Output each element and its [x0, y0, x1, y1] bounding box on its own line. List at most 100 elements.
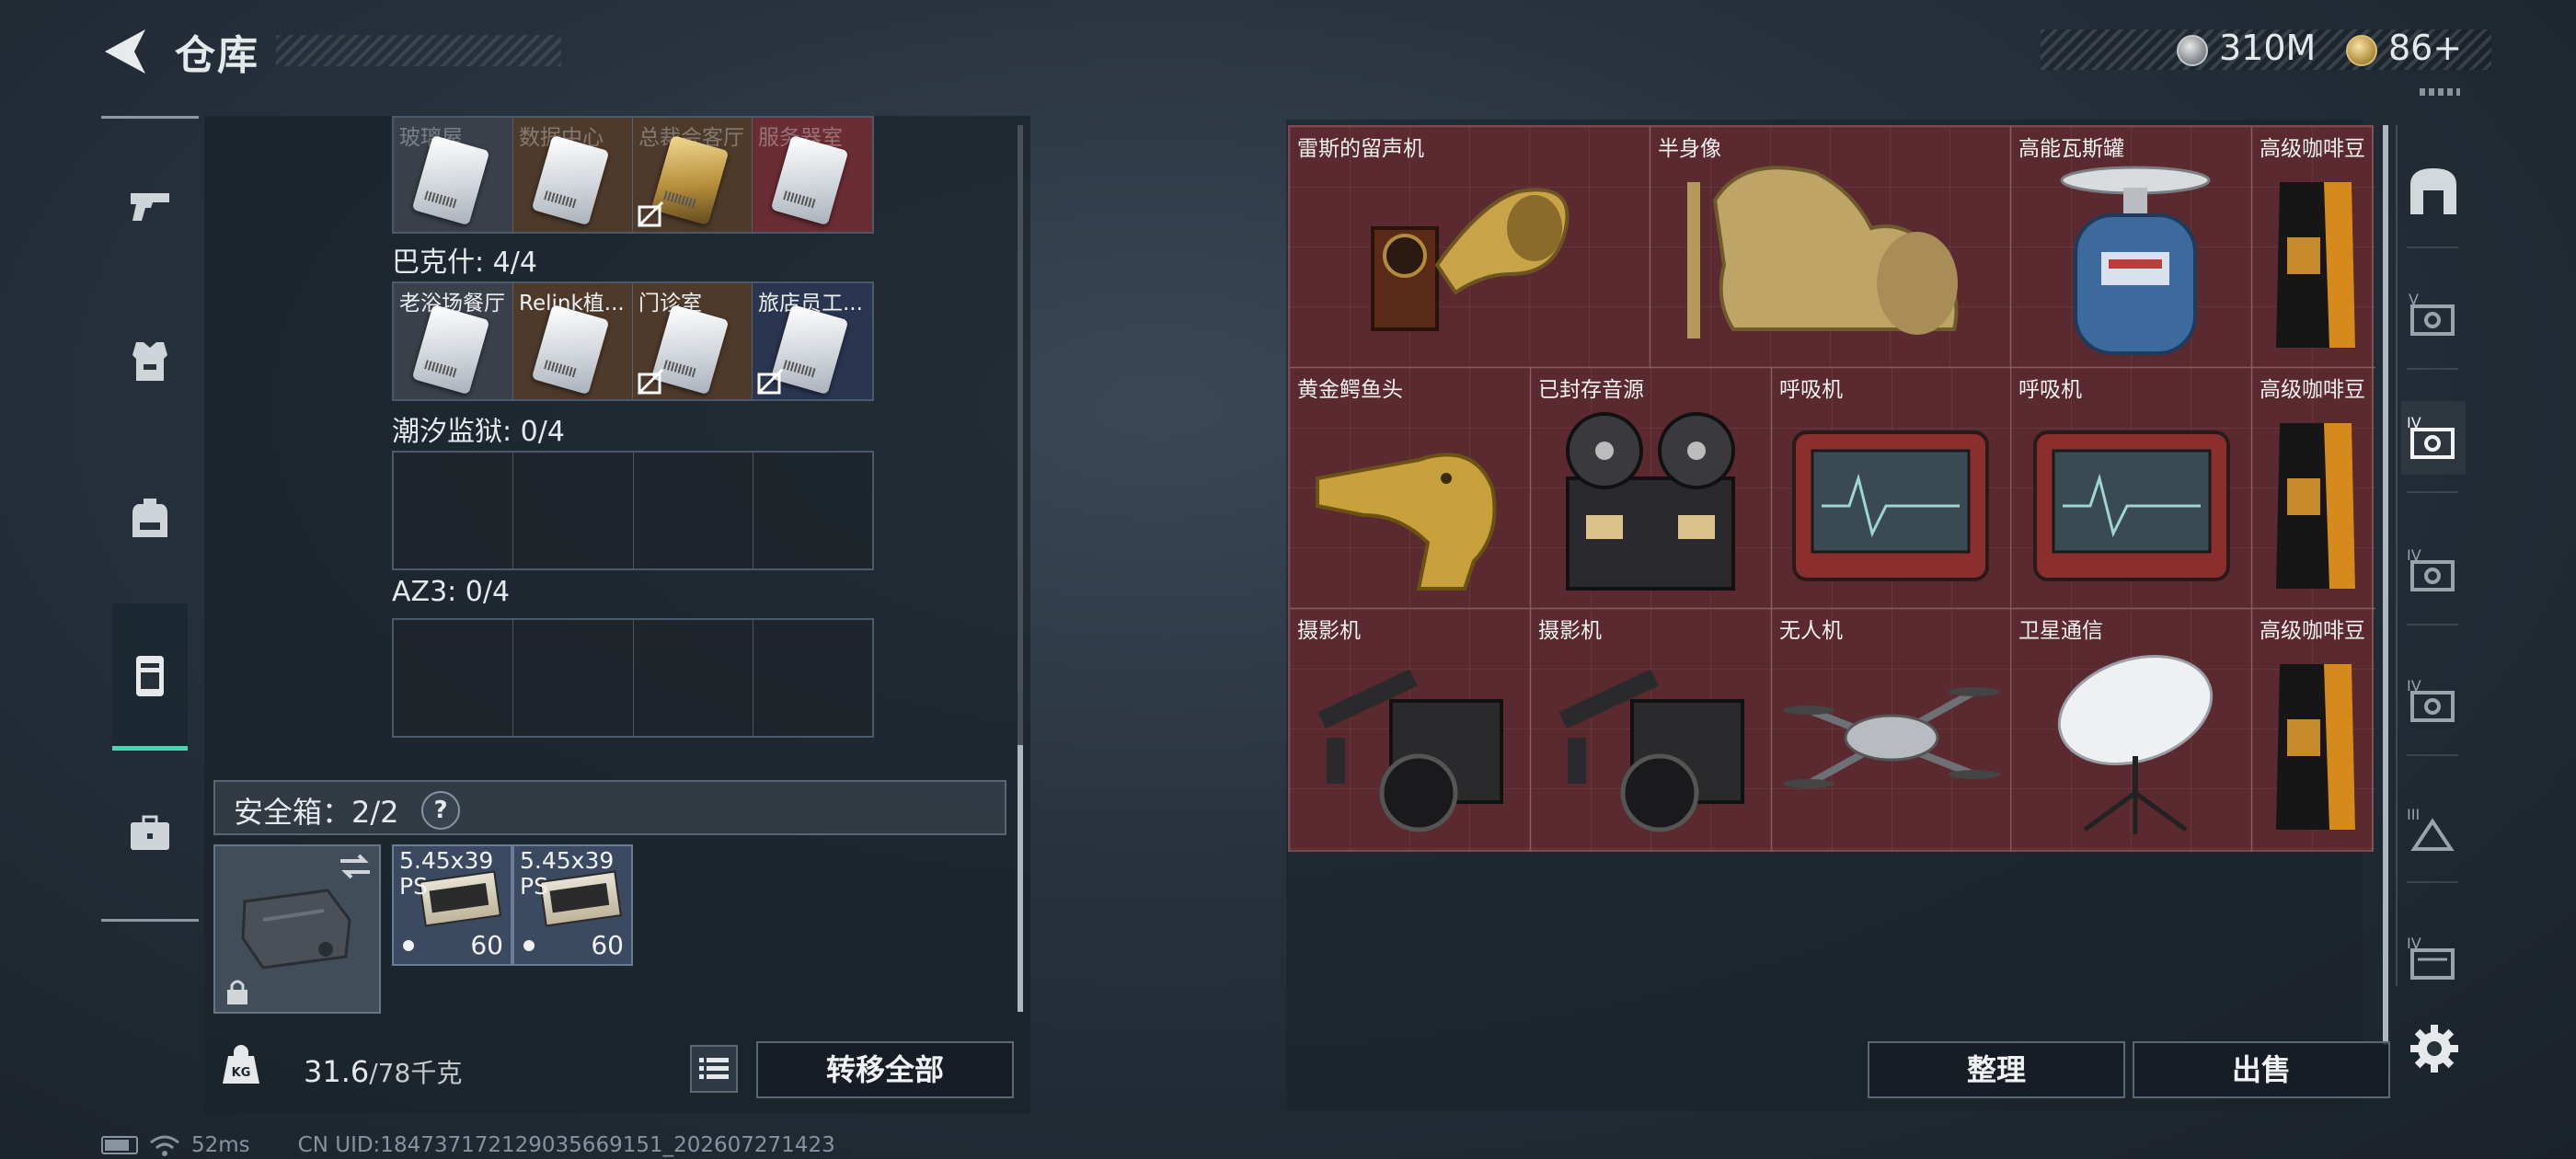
keycard-slot[interactable]: 总裁会客厅 [633, 118, 753, 232]
ventilator-icon [2033, 430, 2230, 581]
tab-divider [2407, 881, 2458, 883]
stash-tier-v-icon: V [2409, 291, 2455, 336]
item-name: 卫星通信 [2018, 619, 2103, 643]
tab-stash-iv[interactable]: IV [2401, 922, 2466, 995]
empty-slot[interactable] [753, 453, 872, 568]
scrollbar-thumb[interactable] [1018, 745, 1023, 1012]
stash-tier-iv-icon: IV [2407, 414, 2455, 459]
ventilator-icon [1792, 430, 1989, 581]
item-name: 呼吸机 [1779, 378, 1843, 402]
item-name: 高级咖啡豆 [2260, 619, 2365, 643]
stash-item[interactable]: 摄影机 [1531, 609, 1772, 852]
stash-grid[interactable]: 雷斯的留声机 半身像 高能瓦斯罐 高级咖啡豆 黄金鳄鱼头 已封存音源 呼吸机 呼… [1288, 125, 2375, 852]
no-transfer-icon [756, 368, 784, 396]
ammo-count: 60 [591, 930, 624, 960]
keycard-slot[interactable]: 数据中心 [513, 118, 633, 232]
coffee-bag-icon [2276, 182, 2355, 348]
stash-tier-iv-icon: IV [2407, 935, 2455, 980]
stash-tier-iii-icon: III [2407, 806, 2455, 851]
item-name: 摄影机 [1297, 619, 1361, 643]
tab-all-stash[interactable] [2401, 155, 2466, 228]
no-transfer-icon [637, 368, 664, 396]
back-button[interactable] [99, 26, 155, 77]
swap-icon[interactable] [337, 852, 374, 881]
stash-item[interactable]: 高级咖啡豆 [2252, 609, 2375, 852]
camera-icon [1558, 669, 1744, 832]
nav-backpack[interactable] [110, 478, 190, 557]
stash-item[interactable]: 已封存音源 [1531, 368, 1772, 609]
stash-scrollbar[interactable] [2383, 125, 2388, 1045]
empty-slot[interactable] [394, 453, 514, 568]
stash-item[interactable]: 雷斯的留声机 [1290, 127, 1650, 368]
gold-crocodile-head-icon [1316, 453, 1497, 591]
tab-stash-iii[interactable]: III [2401, 793, 2466, 866]
list-icon [699, 1058, 729, 1079]
item-name: 无人机 [1779, 619, 1843, 643]
tab-divider [2407, 368, 2458, 370]
keycard-slot[interactable]: 门诊室 [633, 283, 753, 399]
empty-slot[interactable] [513, 620, 634, 736]
keycard-slot[interactable]: 玻璃屋 [394, 118, 513, 232]
stash-item[interactable]: 无人机 [1772, 609, 2011, 852]
empty-slot[interactable] [394, 620, 514, 736]
ammo-slot[interactable]: 5.45x39 PS 60 [512, 844, 633, 966]
wifi-icon [150, 1135, 179, 1156]
keycard-slot[interactable]: Relink植... [513, 283, 633, 399]
settings-gear-icon[interactable] [2409, 1023, 2460, 1074]
keycard-slot[interactable]: 老浴场餐厅 [394, 283, 513, 399]
drone-icon [1783, 687, 2000, 788]
item-name: 高级咖啡豆 [2260, 137, 2365, 161]
stash-item[interactable]: 半身像 [1650, 127, 2011, 368]
battery-icon [101, 1136, 138, 1154]
ammo-name: 5.45x39 PS [520, 847, 615, 900]
stash-item[interactable]: 高能瓦斯罐 [2011, 127, 2252, 368]
keycard-slot[interactable]: 服务器室 [753, 118, 872, 232]
nav-weapons[interactable] [110, 166, 190, 245]
stash-all-icon [2410, 168, 2456, 214]
sell-button[interactable]: 出售 [2133, 1041, 2390, 1098]
safebox-label: 安全箱：2/2 [234, 795, 399, 830]
empty-slot[interactable] [634, 453, 753, 568]
svg-text:III: III [2407, 806, 2420, 823]
keycard-slot[interactable]: 旅店员工... [753, 283, 872, 399]
nav-container[interactable] [112, 603, 188, 751]
transfer-all-button[interactable]: 转移全部 [756, 1041, 1014, 1098]
item-name: 摄影机 [1538, 619, 1602, 643]
weight-max: /78千克 [369, 1058, 463, 1088]
backpack-icon [132, 499, 167, 537]
tab-divider [2407, 491, 2458, 493]
stash-item[interactable]: 呼吸机 [2011, 368, 2252, 609]
list-view-button[interactable] [690, 1045, 738, 1093]
stash-item[interactable]: 卫星通信 [2011, 609, 2252, 852]
gold-coin-amount[interactable]: 86+ [2388, 28, 2462, 68]
ammo-slot[interactable]: 5.45x39 PS 60 [392, 844, 512, 966]
nav-armor[interactable] [110, 322, 190, 401]
nav-briefcase[interactable] [110, 795, 190, 874]
empty-slot[interactable] [634, 620, 753, 736]
stash-item[interactable]: 高级咖啡豆 [2252, 368, 2375, 609]
stash-item[interactable]: 呼吸机 [1772, 368, 2011, 609]
tab-stash-iv-active[interactable]: IV [2401, 401, 2466, 475]
tab-stash-iv[interactable]: IV [2401, 664, 2466, 738]
tab-divider [2407, 624, 2458, 625]
svg-text:KG: KG [232, 1066, 251, 1080]
silver-coin-amount: 310M [2219, 28, 2317, 68]
ping-text: 52ms [191, 1133, 250, 1157]
item-name: 高能瓦斯罐 [2018, 137, 2124, 161]
weight-current: 31.6 [304, 1054, 370, 1089]
empty-slot[interactable] [513, 453, 634, 568]
tab-stash-iv[interactable]: IV [2401, 534, 2466, 607]
keycard-icon [531, 304, 610, 396]
tab-stash-v[interactable]: V [2401, 278, 2466, 351]
tape-recorder-icon [1566, 412, 1735, 591]
stash-item[interactable]: 黄金鳄鱼头 [1290, 368, 1531, 609]
ammo-indicator-icon [403, 940, 414, 951]
empty-slot[interactable] [753, 620, 872, 736]
item-name: 呼吸机 [2018, 378, 2082, 402]
stash-item[interactable]: 摄影机 [1290, 609, 1531, 852]
ammo-indicator-icon [523, 940, 535, 951]
stash-item[interactable]: 高级咖啡豆 [2252, 127, 2375, 368]
bust-icon [1687, 166, 1959, 339]
help-button[interactable]: ? [421, 791, 460, 830]
sort-button[interactable]: 整理 [1868, 1041, 2125, 1098]
